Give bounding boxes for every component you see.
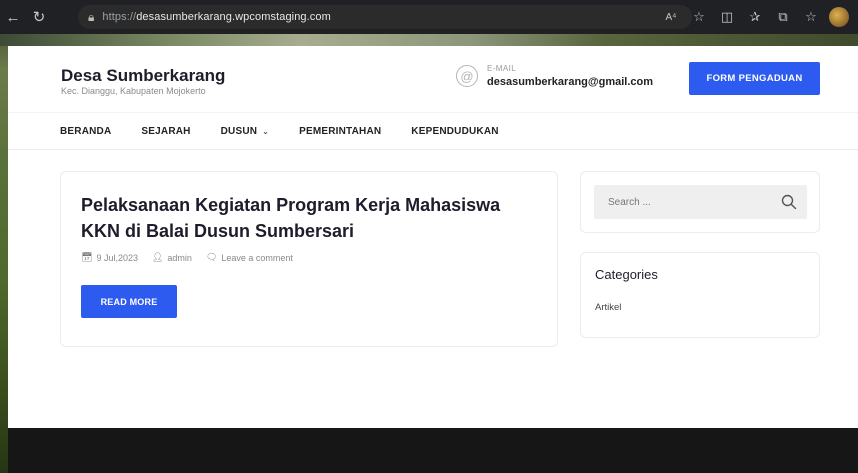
post-title[interactable]: Pelaksanaan Kegiatan Program Kerja Mahas… [81, 192, 501, 244]
menu-item-dusun[interactable]: DUSUN ⌄ [221, 126, 269, 137]
post-card: Pelaksanaan Kegiatan Program Kerja Mahas… [60, 171, 558, 347]
menu-label: DUSUN [220, 125, 258, 137]
mountain-strip [0, 34, 858, 46]
search-input[interactable] [594, 185, 774, 219]
extensions-icon[interactable]: ☆ [798, 2, 824, 32]
email-contact: @ E-MAIL desasumberkarang@gmail.com [456, 64, 653, 88]
site-header: Desa Sumberkarang Kec. Dianggu, Kabupate… [8, 46, 858, 112]
post-comment-link[interactable]: Leave a comment [221, 253, 293, 263]
profile-avatar[interactable] [826, 2, 852, 32]
avatar [829, 7, 849, 27]
post-date[interactable]: 9 Jul,2023 [96, 253, 138, 263]
category-link[interactable]: Artikel [595, 302, 621, 313]
url-text: https://desasumberkarang.wpcomstaging.co… [102, 11, 331, 23]
menu-item-sejarah[interactable]: SEJARAH [141, 126, 190, 137]
menu-item-kependudukan[interactable]: KEPENDUDUKAN [411, 126, 498, 137]
search-box [594, 185, 807, 219]
address-bar[interactable]: 🔒︎ https://desasumberkarang.wpcomstaging… [78, 5, 692, 29]
at-icon: @ [456, 65, 478, 87]
browser-toolbar: ← ↻ 🔒︎ https://desasumberkarang.wpcomsta… [0, 0, 858, 34]
lock-icon: 🔒︎ [88, 9, 95, 24]
menu-item-beranda[interactable]: BERANDA [60, 126, 111, 137]
post-meta: 📅︎ 9 Jul,2023 👤︎ admin 🗨︎ Leave a commen… [81, 252, 293, 263]
search-button[interactable] [779, 192, 799, 212]
menu-label: SEJARAH [141, 125, 191, 137]
split-screen-icon[interactable]: ◫ [714, 2, 740, 32]
read-aloud-icon[interactable]: A⁴ [658, 2, 684, 32]
post-author[interactable]: admin [167, 253, 192, 263]
site-subtitle: Kec. Dianggu, Kabupaten Mojokerto [61, 86, 206, 96]
chevron-down-icon: ⌄ [262, 126, 270, 136]
menu-item-pemerintahan[interactable]: PEMERINTAHAN [299, 126, 381, 137]
star-icon[interactable]: ☆ [686, 2, 712, 32]
favorites-icon[interactable]: ✰ [742, 2, 768, 32]
categories-widget: Categories Artikel [580, 252, 820, 338]
user-icon: 👤︎ [151, 252, 164, 262]
categories-title: Categories [595, 267, 658, 282]
refresh-icon[interactable]: ↻ [26, 0, 52, 34]
calendar-icon: 📅︎ [81, 252, 93, 262]
collections-icon[interactable]: ⧉ [770, 2, 796, 32]
email-address[interactable]: desasumberkarang@gmail.com [487, 76, 653, 88]
email-label: E-MAIL [487, 64, 517, 73]
back-icon[interactable]: ← [0, 0, 26, 34]
site-footer [8, 428, 858, 473]
main-menu: BERANDA SEJARAH DUSUN ⌄ PEMERINTAHAN KEPE… [8, 112, 858, 150]
read-more-button[interactable]: READ MORE [81, 285, 177, 318]
comment-icon: 🗨︎ [205, 252, 218, 262]
site-page: Desa Sumberkarang Kec. Dianggu, Kabupate… [8, 46, 858, 473]
menu-label: PEMERINTAHAN [299, 125, 382, 137]
form-pengaduan-button[interactable]: FORM PENGADUAN [689, 62, 820, 95]
menu-label: BERANDA [60, 125, 112, 137]
menu-label: KEPENDUDUKAN [411, 125, 499, 137]
search-widget [580, 171, 820, 233]
site-title[interactable]: Desa Sumberkarang [61, 66, 225, 86]
search-icon [781, 194, 797, 210]
